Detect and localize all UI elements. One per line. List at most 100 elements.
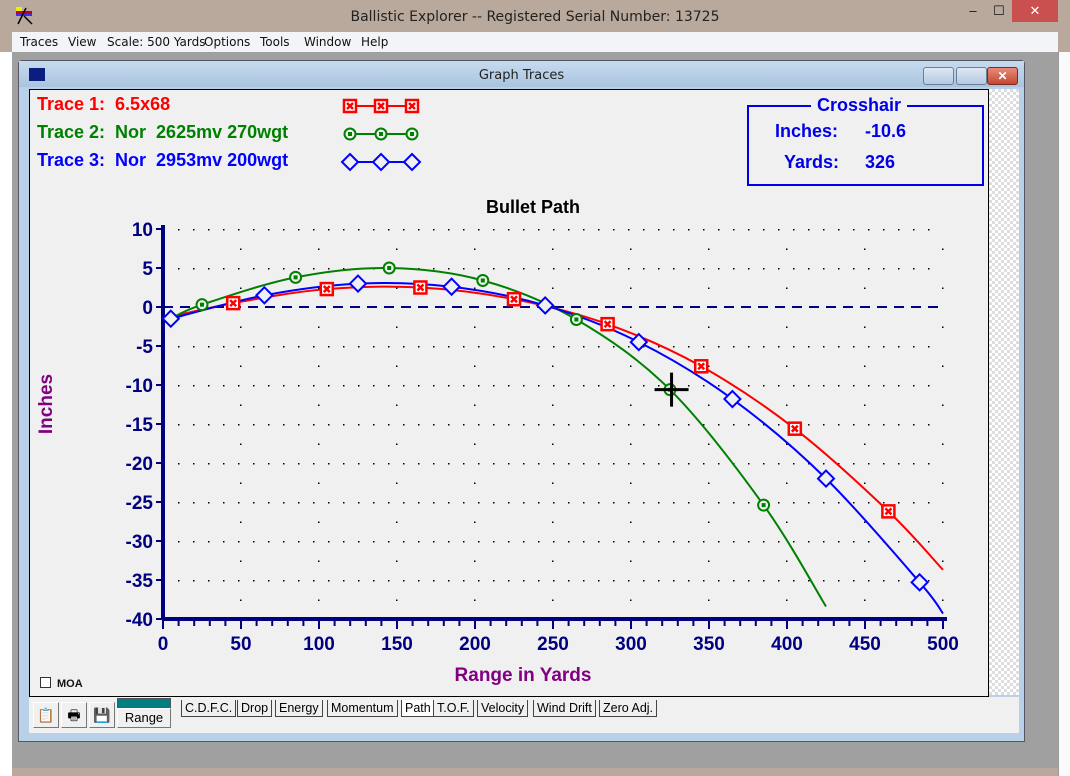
grid-dot (403, 424, 405, 426)
background-window-right (1058, 52, 1070, 776)
grid-dot (786, 482, 788, 484)
close-button[interactable]: ✕ (1012, 0, 1058, 22)
grid-dot (748, 541, 750, 543)
grid-dot (313, 541, 315, 543)
grid-dot (643, 229, 645, 231)
grid-dot (853, 502, 855, 504)
grid-dot (298, 385, 300, 387)
grid-dot (343, 385, 345, 387)
grid-dot (474, 404, 476, 406)
grid-dot (928, 346, 930, 348)
tab-momentum[interactable]: Momentum (327, 700, 398, 717)
print-button[interactable]: 🖶 (61, 702, 87, 728)
grid-dot (898, 541, 900, 543)
grid-dot (403, 346, 405, 348)
grid-dot (418, 463, 420, 465)
grid-dot (628, 463, 630, 465)
moa-checkbox[interactable]: MOA (40, 677, 83, 690)
grid-dot (658, 385, 660, 387)
grid-dot (864, 599, 866, 601)
grid-dot (478, 424, 480, 426)
grid-dot (193, 463, 195, 465)
vertical-scrollbar[interactable] (989, 89, 1019, 695)
grid-dot (763, 463, 765, 465)
menu-traces[interactable]: Traces (20, 35, 58, 49)
grid-dot (318, 326, 320, 328)
grid-dot (328, 268, 330, 270)
grid-dot (628, 385, 630, 387)
grid-dot (838, 229, 840, 231)
menu-scale[interactable]: Scale: 500 Yards (107, 35, 205, 49)
graph-area[interactable]: Trace 1: 6.5x68 Trace 2: Nor 2625mv 270w… (29, 89, 989, 697)
save-button[interactable]: 💾 (89, 702, 115, 728)
grid-dot (838, 268, 840, 270)
grid-dot (508, 385, 510, 387)
grid-dot (358, 502, 360, 504)
grid-dot (268, 229, 270, 231)
grid-dot (478, 268, 480, 270)
y-tick-label: -30 (126, 532, 153, 553)
tab-drop[interactable]: Drop (237, 700, 273, 717)
grid-dot (864, 287, 866, 289)
tab-velocity[interactable]: Velocity (477, 700, 529, 717)
tab-path[interactable]: Path (401, 700, 435, 717)
grid-dot (493, 229, 495, 231)
grid-dot (673, 502, 675, 504)
range-button[interactable]: Range (117, 698, 171, 728)
crosshair-cursor-icon[interactable] (654, 372, 689, 407)
grid-dot (733, 541, 735, 543)
grid-dot (708, 326, 710, 328)
grid-dot (658, 424, 660, 426)
grid-dot (853, 463, 855, 465)
range-label[interactable]: Range (117, 708, 171, 728)
tab-c-d-f-c[interactable]: C.D.F.C. (181, 700, 237, 717)
grid-dot (553, 229, 555, 231)
grid-dot (613, 229, 615, 231)
grid-dot (793, 229, 795, 231)
series-3-marker (722, 389, 742, 409)
bullet-path-chart[interactable]: Bullet Path1050-5-10-15-20-25-30-35-400 5… (30, 90, 988, 696)
grid-dot (478, 541, 480, 543)
grid-dot (508, 268, 510, 270)
tab-wind-drift[interactable]: Wind Drift (533, 700, 596, 717)
grid-dot (223, 268, 225, 270)
grid-dot (223, 385, 225, 387)
grid-dot (748, 385, 750, 387)
trace-list-button[interactable]: 📋 (33, 702, 59, 728)
tab-t-o-f[interactable]: T.O.F. (433, 700, 474, 717)
moa-checkbox-box[interactable] (40, 677, 51, 688)
menu-help[interactable]: Help (361, 35, 388, 49)
child-minimize-button[interactable] (923, 67, 954, 85)
grid-dot (928, 385, 930, 387)
child-restore-button[interactable] (956, 67, 987, 85)
grid-dot (493, 385, 495, 387)
grid-dot (478, 502, 480, 504)
tab-energy[interactable]: Energy (275, 700, 323, 717)
grid-dot (568, 502, 570, 504)
grid-dot (193, 424, 195, 426)
menu-window[interactable]: Window (304, 35, 351, 49)
grid-dot (238, 385, 240, 387)
y-tick-label: 10 (132, 220, 153, 241)
menu-options[interactable]: Options (204, 35, 250, 49)
menu-tools[interactable]: Tools (260, 35, 290, 49)
x-tick-label: 150 (381, 634, 413, 655)
grid-dot (388, 385, 390, 387)
grid-dot (928, 268, 930, 270)
grid-dot (388, 463, 390, 465)
grid-dot (538, 346, 540, 348)
child-close-button[interactable]: ✕ (987, 67, 1018, 85)
grid-dot (928, 463, 930, 465)
grid-dot (883, 268, 885, 270)
grid-dot (448, 229, 450, 231)
grid-dot (898, 580, 900, 582)
grid-dot (568, 424, 570, 426)
menu-view[interactable]: View (68, 35, 96, 49)
grid-dot (628, 502, 630, 504)
grid-dot (538, 502, 540, 504)
grid-dot (898, 385, 900, 387)
grid-dot (583, 580, 585, 582)
grid-dot (373, 424, 375, 426)
maximize-button[interactable]: ☐ (984, 0, 1014, 22)
tab-zero-adj[interactable]: Zero Adj. (599, 700, 658, 717)
